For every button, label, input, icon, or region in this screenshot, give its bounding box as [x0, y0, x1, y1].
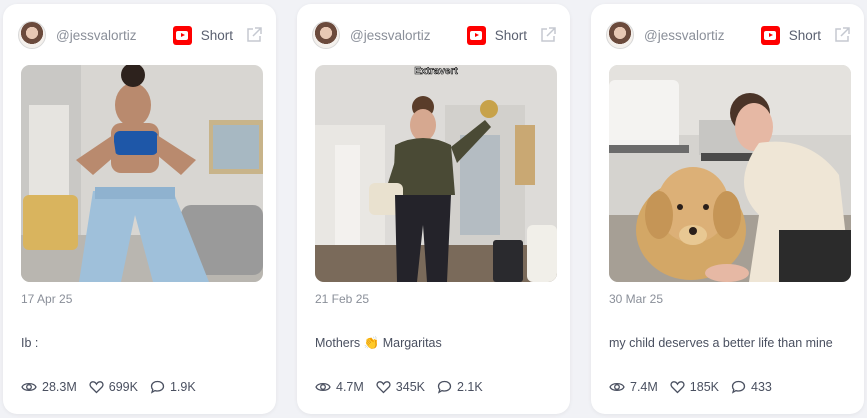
heart-icon — [670, 381, 685, 394]
comments-count: 1.9K — [169, 380, 196, 394]
creator-handle[interactable]: @jessvalortiz — [644, 28, 761, 43]
avatar[interactable] — [312, 21, 340, 49]
heart-icon — [89, 381, 104, 394]
post-caption: Ib : — [21, 336, 39, 350]
likes-count: 345K — [395, 380, 425, 394]
video-thumbnail[interactable]: Extravert — [315, 65, 557, 282]
post-date: 30 Mar 25 — [609, 292, 664, 306]
youtube-icon — [760, 25, 780, 45]
views-stat: 4.7M — [315, 380, 364, 394]
video-card[interactable]: @jessvalortiz Short 17 Apr 25 Ib: 28.3M… — [3, 4, 276, 414]
caption-text: Margaritas — [382, 336, 442, 350]
external-link-icon[interactable] — [539, 26, 557, 44]
stats-row: 28.3M 699K 1.9K — [21, 380, 208, 394]
clapping-emoji: 👏 — [363, 336, 380, 350]
youtube-icon — [466, 25, 486, 45]
video-thumbnail[interactable] — [609, 65, 851, 282]
comment-icon — [150, 380, 165, 394]
comment-icon — [731, 380, 746, 394]
youtube-icon — [172, 25, 192, 45]
stats-row: 7.4M 185K 433 — [609, 380, 784, 394]
creator-handle[interactable]: @jessvalortiz — [350, 28, 467, 43]
likes-stat: 345K — [376, 380, 425, 394]
views-count: 4.7M — [336, 380, 364, 394]
external-link-icon[interactable] — [245, 26, 263, 44]
likes-count: 185K — [689, 380, 719, 394]
creator-handle[interactable]: @jessvalortiz — [56, 28, 173, 43]
views-stat: 7.4M — [609, 380, 658, 394]
card-header: @jessvalortiz Short — [312, 20, 557, 50]
likes-count: 699K — [108, 380, 138, 394]
overlay-text: Extravert — [414, 66, 458, 77]
post-date: 17 Apr 25 — [21, 292, 73, 306]
comments-count: 2.1K — [457, 380, 483, 394]
likes-stat: 185K — [670, 380, 719, 394]
comment-icon — [437, 380, 452, 394]
post-caption: Mothers 👏 Margaritas — [315, 336, 442, 351]
eye-icon — [609, 382, 625, 392]
avatar[interactable] — [606, 21, 634, 49]
views-stat: 28.3M — [21, 380, 77, 394]
avatar[interactable] — [18, 21, 46, 49]
post-date: 21 Feb 25 — [315, 292, 370, 306]
video-card[interactable]: @jessvalortiz Short Extravert 21 Feb 25 … — [297, 4, 570, 414]
content-type-label: Short — [494, 27, 527, 43]
video-thumbnail[interactable] — [21, 65, 263, 282]
post-caption: my child deserves a better life than min… — [609, 336, 833, 350]
heart-icon — [376, 381, 391, 394]
comments-stat: 433 — [731, 380, 772, 394]
views-count: 28.3M — [42, 380, 77, 394]
eye-icon — [315, 382, 331, 392]
stats-row: 4.7M 345K 2.1K — [315, 380, 495, 394]
comments-stat: 2.1K — [437, 380, 483, 394]
video-card[interactable]: @jessvalortiz Short 30 Mar 25 my child d… — [591, 4, 864, 414]
external-link-icon[interactable] — [833, 26, 851, 44]
comments-stat: 1.9K — [150, 380, 196, 394]
likes-stat: 699K — [89, 380, 138, 394]
comments-count: 433 — [751, 380, 772, 394]
caption-text: Mothers — [315, 336, 361, 350]
content-type-label: Short — [788, 27, 821, 43]
eye-icon — [21, 382, 37, 392]
views-count: 7.4M — [630, 380, 658, 394]
content-type-label: Short — [200, 27, 233, 43]
card-header: @jessvalortiz Short — [606, 20, 851, 50]
card-header: @jessvalortiz Short — [18, 20, 263, 50]
